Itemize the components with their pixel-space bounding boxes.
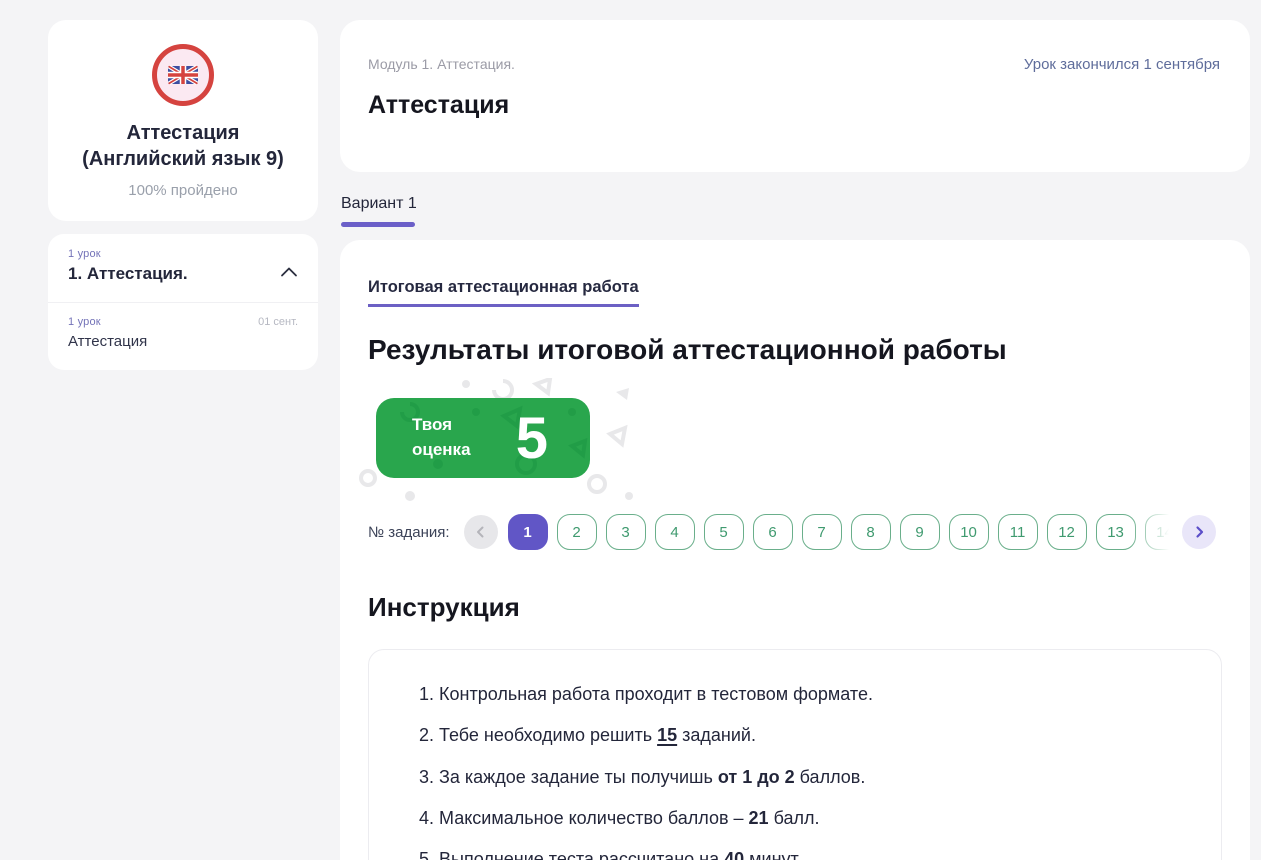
- page-button-14[interactable]: 14: [1145, 514, 1176, 550]
- module-lessons-count: 1 урок: [68, 248, 298, 260]
- grade-label: Твоя оценка: [412, 413, 471, 462]
- next-page-button[interactable]: [1182, 515, 1216, 549]
- page-buttons: 1234567891011121314: [508, 514, 1176, 550]
- instructions-box: 1. Контрольная работа проходит в тестово…: [368, 649, 1222, 860]
- page-button-8[interactable]: 8: [851, 514, 891, 550]
- lesson-header-card: Модуль 1. Аттестация. Урок закончился 1 …: [340, 20, 1250, 172]
- page-button-12[interactable]: 12: [1047, 514, 1087, 550]
- chevron-up-icon[interactable]: [280, 265, 298, 283]
- prev-page-button[interactable]: [464, 515, 498, 549]
- page-button-4[interactable]: 4: [655, 514, 695, 550]
- page-button-7[interactable]: 7: [802, 514, 842, 550]
- instruction-item: 5. Выполнение теста рассчитано на 40 мин…: [419, 847, 1195, 860]
- tab-underline: [341, 222, 415, 227]
- page-button-10[interactable]: 10: [949, 514, 989, 550]
- task-pagination: № задания: 1234567891011121314: [368, 514, 1222, 550]
- instruction-item: 1. Контрольная работа проходит в тестово…: [419, 682, 1195, 706]
- grade-value: 5: [516, 405, 548, 472]
- page-title: Аттестация: [368, 91, 1220, 120]
- page-button-11[interactable]: 11: [998, 514, 1038, 550]
- module-title: 1. Аттестация.: [68, 264, 188, 284]
- course-title: Аттестация (Английский язык 9): [66, 120, 300, 173]
- instruction-item: 4. Максимальное количество баллов – 21 б…: [419, 806, 1195, 830]
- page-button-1[interactable]: 1: [508, 514, 548, 550]
- lesson-title: Аттестация: [68, 333, 298, 350]
- lesson-lessons-count: 1 урок: [68, 316, 101, 328]
- lesson-status: Урок закончился 1 сентября: [1024, 56, 1220, 73]
- course-card: Аттестация (Английский язык 9) 100% прой…: [48, 20, 318, 221]
- page-button-9[interactable]: 9: [900, 514, 940, 550]
- tab-variant-1[interactable]: Вариант 1: [341, 195, 417, 227]
- lesson-page: Аттестация (Английский язык 9) 100% прой…: [0, 0, 1261, 849]
- instruction-item: 3. За каждое задание ты получишь от 1 до…: [419, 765, 1195, 789]
- instructions-heading: Инструкция: [368, 592, 1222, 623]
- page-button-5[interactable]: 5: [704, 514, 744, 550]
- results-heading: Результаты итоговой аттестационной работ…: [368, 334, 1222, 366]
- chevron-right-icon: [1191, 524, 1207, 540]
- page-button-6[interactable]: 6: [753, 514, 793, 550]
- content-card: Итоговая аттестационная работа Результат…: [340, 240, 1250, 860]
- page-button-2[interactable]: 2: [557, 514, 597, 550]
- instruction-item: 2. Тебе необходимо решить 15 заданий.: [419, 723, 1195, 747]
- page-button-13[interactable]: 13: [1096, 514, 1136, 550]
- module-card: 1 урок 1. Аттестация. 1 урок 01 сент. Ат…: [48, 234, 318, 370]
- sidebar: Аттестация (Английский язык 9) 100% прой…: [48, 20, 318, 370]
- sidebar-lesson-item[interactable]: 1 урок 01 сент. Аттестация: [48, 303, 318, 370]
- tab-label: Вариант 1: [341, 195, 417, 213]
- module-header[interactable]: 1 урок 1. Аттестация.: [48, 234, 318, 303]
- uk-flag-icon: [152, 44, 214, 106]
- grade-badge-area: Твоя оценка 5: [376, 398, 590, 478]
- lesson-date: 01 сент.: [258, 316, 298, 328]
- chevron-left-icon: [473, 524, 489, 540]
- page-button-3[interactable]: 3: [606, 514, 646, 550]
- section-link[interactable]: Итоговая аттестационная работа: [368, 278, 639, 307]
- main-content: Модуль 1. Аттестация. Урок закончился 1 …: [340, 20, 1250, 860]
- course-progress: 100% пройдено: [66, 182, 300, 199]
- grade-badge: Твоя оценка 5: [376, 398, 590, 478]
- pagination-label: № задания:: [368, 524, 450, 541]
- breadcrumb: Модуль 1. Аттестация.: [368, 56, 515, 72]
